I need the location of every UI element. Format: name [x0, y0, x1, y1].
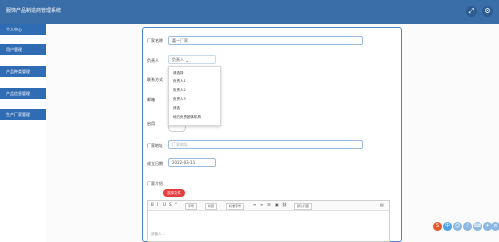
line-height-select[interactable]: 默认行距 [294, 203, 313, 210]
toggle-label: 启用 [147, 121, 155, 126]
dropdown-option[interactable]: 负责人3 [173, 97, 186, 102]
image-icon[interactable]: ▣ [275, 202, 279, 207]
sidebar-item-manufacturer[interactable]: 生产厂家管理 [0, 109, 46, 120]
emoji-icon[interactable]: ☺ [453, 222, 462, 231]
font-select[interactable]: 字号 [185, 203, 198, 210]
expand-icon[interactable]: ⤢ [466, 6, 477, 17]
top-bar: 服饰产品制造商管理系统 ⤢ ⚙ [0, 0, 499, 24]
align-left-icon[interactable]: ≡ [253, 202, 256, 207]
italic-icon[interactable]: I [157, 202, 158, 207]
manufacturer-name-input[interactable]: 嘉一厂家 [168, 36, 363, 45]
upload-file-button[interactable]: 选择文件 [163, 189, 185, 197]
list-icon[interactable]: ☰ [267, 202, 271, 207]
app-title: 服饰产品制造商管理系统 [6, 8, 62, 14]
address-label: 厂家地址 [147, 143, 163, 148]
editor-placeholder: 请输入... [151, 232, 165, 236]
fullscreen-icon[interactable]: ▤ [380, 202, 384, 207]
sidebar-item-personal-center[interactable]: 个人中心 [0, 24, 46, 35]
sidebar-item-product-category[interactable]: 产品种类管理 [0, 66, 46, 77]
sidebar-item-product-info[interactable]: 产品信息管理 [0, 88, 46, 99]
align-center-icon[interactable]: ≡ [260, 202, 263, 207]
established-date-label: 成立日期 [147, 161, 163, 166]
address-input[interactable]: 厂家地址 [168, 140, 363, 149]
manufacturer-name-label: 厂家名称 [147, 38, 163, 43]
dropdown-option[interactable]: 负责人2 [173, 88, 186, 93]
dropdown-option[interactable]: 请选 [173, 106, 180, 111]
contact-person-select[interactable]: 负责人 [168, 55, 216, 64]
link-icon[interactable]: ⛓ [282, 202, 287, 207]
heading-select[interactable]: 标题 [205, 203, 218, 210]
intro-label: 厂家介绍 [147, 181, 163, 186]
mic-icon[interactable]: ♪ [463, 222, 472, 231]
keyboard-icon[interactable]: ⌨ [473, 222, 482, 231]
sidebar: 个人中心 用户管理 产品种类管理 产品信息管理 生产厂家管理 [0, 19, 46, 242]
bold-icon[interactable]: B [151, 202, 154, 207]
code-icon[interactable]: “ [175, 202, 177, 207]
editor-toolbar: B I U S “ 字号 标题 标准字号 ≡ ≡ ☰ ▣ ⛓ 默认行距 ▤ [148, 201, 389, 211]
sogou-icon[interactable]: S [433, 222, 442, 231]
user-icon[interactable]: ⚙ [482, 6, 493, 17]
contact-person-label: 负责人 [147, 58, 159, 63]
chevron-down-icon[interactable]: ⌄ [185, 58, 189, 64]
menu-icon[interactable]: ≡ [491, 222, 499, 231]
size-select[interactable]: 标准字号 [226, 203, 245, 210]
strikethrough-icon[interactable]: S [169, 202, 172, 207]
rich-text-editor[interactable]: B I U S “ 字号 标题 标准字号 ≡ ≡ ☰ ▣ ⛓ 默认行距 ▤ 请输… [147, 200, 390, 242]
dropdown-option[interactable]: 负责人1 [173, 79, 186, 84]
contact-method-label: 联系方式 [147, 77, 163, 82]
sidebar-item-user-management[interactable]: 用户管理 [0, 44, 46, 55]
contact-person-dropdown: 请选择 负责人1 负责人2 负责人3 请选 地方负责团体机构 [168, 66, 221, 126]
dropdown-option[interactable]: 地方负责团体机构 [173, 115, 201, 120]
email-label: 邮箱 [147, 97, 155, 102]
dropdown-option[interactable]: 请选择 [173, 71, 184, 76]
underline-icon[interactable]: U [163, 202, 166, 207]
established-date-input[interactable]: 2022-03-11 [168, 158, 216, 167]
chinese-input-icon[interactable]: 中 [443, 222, 452, 231]
